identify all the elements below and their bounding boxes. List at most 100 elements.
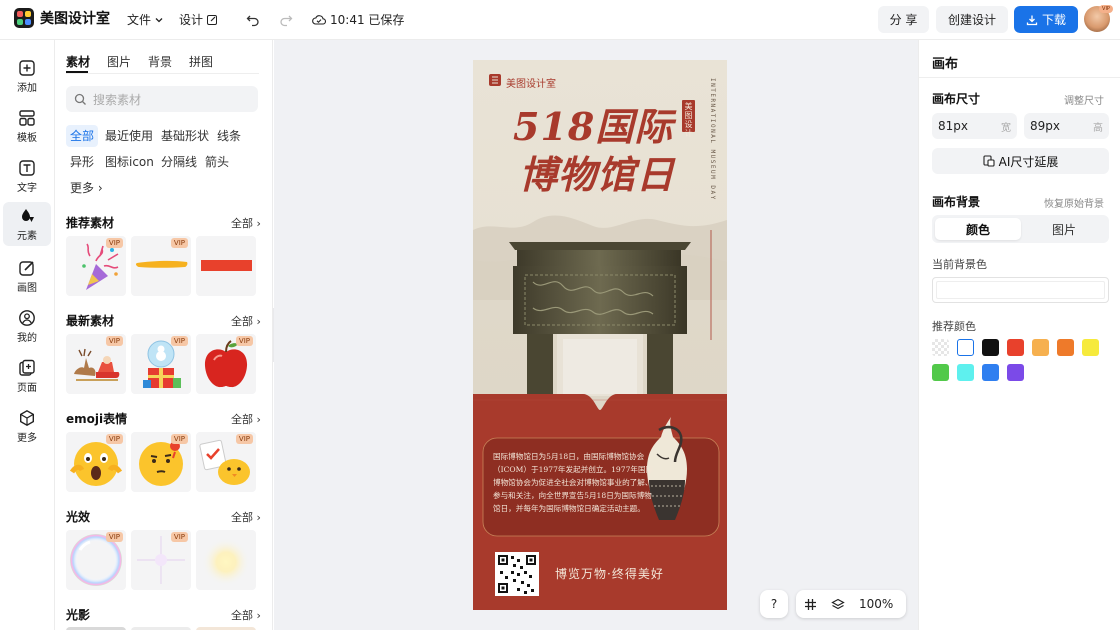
- chip-recent[interactable]: 最近使用: [101, 125, 157, 147]
- current-bg-color[interactable]: [932, 277, 1109, 303]
- adjust-size-link[interactable]: 调整尺寸: [1064, 92, 1104, 107]
- section-all-light-shadow[interactable]: 全部 ›: [231, 607, 261, 623]
- canvas-height-field[interactable]: 89px 高: [1024, 113, 1109, 139]
- all-label: 全部: [231, 217, 253, 230]
- color-swatch[interactable]: [957, 364, 974, 381]
- download-button[interactable]: 下载: [1014, 6, 1078, 33]
- canvas-width-unit: 宽: [1001, 122, 1011, 134]
- section-title-light-shadow: 光影: [66, 608, 91, 622]
- ai-resize-icon: [983, 155, 995, 167]
- chip-irregular[interactable]: 异形: [66, 151, 98, 173]
- color-swatch[interactable]: [1057, 339, 1074, 356]
- vip-badge: VIP: [170, 434, 188, 444]
- material-thumb[interactable]: VIP: [131, 236, 191, 296]
- poster-title-line1: 518国际: [513, 104, 674, 149]
- share-button[interactable]: 分 享: [878, 6, 929, 33]
- bg-type-image[interactable]: 图片: [1021, 218, 1107, 240]
- ai-resize-button[interactable]: AI尺寸延展: [932, 148, 1109, 174]
- file-menu[interactable]: 文件: [127, 11, 164, 28]
- material-thumb[interactable]: VIP: [131, 530, 191, 590]
- section-all-recommended[interactable]: 全部 ›: [231, 215, 261, 231]
- tab-materials[interactable]: 素材: [66, 53, 90, 70]
- tab-backgrounds[interactable]: 背景: [148, 53, 172, 70]
- material-thumb[interactable]: VIP: [196, 432, 256, 492]
- chip-more[interactable]: 更多 ›: [66, 177, 107, 199]
- canvas-width-field[interactable]: 81px 宽: [932, 113, 1017, 139]
- chip-icons[interactable]: 图标icon: [101, 151, 158, 173]
- help-label: ?: [770, 597, 778, 611]
- material-thumb[interactable]: [196, 236, 256, 296]
- vip-badge: VIP: [105, 434, 123, 444]
- restore-bg-link[interactable]: 恢复原始背景: [1044, 195, 1104, 210]
- design-menu[interactable]: 设计: [179, 11, 218, 28]
- color-swatch[interactable]: [1082, 339, 1099, 356]
- section-all-light-effects[interactable]: 全部 ›: [231, 509, 261, 525]
- search-input[interactable]: 搜索素材: [66, 86, 258, 112]
- color-swatch[interactable]: [957, 339, 974, 356]
- rail-item-elements[interactable]: 元素: [3, 202, 51, 246]
- rail-label-text: 文字: [17, 182, 37, 194]
- section-title-latest: 最新素材: [66, 314, 115, 328]
- material-thumb[interactable]: VIP: [66, 236, 126, 296]
- chip-all[interactable]: 全部: [66, 125, 99, 147]
- color-swatch[interactable]: [982, 339, 999, 356]
- rail-item-more[interactable]: 更多: [3, 404, 51, 448]
- color-swatch[interactable]: [1007, 339, 1024, 356]
- material-thumb[interactable]: VIP: [196, 334, 256, 394]
- vip-badge: VIP: [105, 532, 123, 542]
- plus-square-icon: [19, 59, 35, 76]
- color-swatch[interactable]: [1007, 364, 1024, 381]
- bg-type-color[interactable]: 颜色: [935, 218, 1021, 240]
- tab-images[interactable]: 图片: [107, 53, 131, 70]
- download-icon: [1026, 15, 1038, 25]
- rail-label-pages: 页面: [17, 382, 37, 394]
- create-design-button[interactable]: 创建设计: [936, 6, 1008, 33]
- rail-item-mine[interactable]: 我的: [3, 304, 51, 348]
- material-thumb[interactable]: VIP: [66, 334, 126, 394]
- vip-badge: VIP: [170, 532, 188, 542]
- rail-item-pages[interactable]: 页面: [3, 354, 51, 398]
- ai-resize-label: AI尺寸延展: [998, 154, 1059, 169]
- material-thumb[interactable]: VIP: [66, 432, 126, 492]
- undo-button[interactable]: [243, 10, 263, 30]
- grid-icon[interactable]: [804, 598, 817, 611]
- material-thumb[interactable]: VIP: [131, 334, 191, 394]
- section-all-emoji[interactable]: 全部 ›: [231, 411, 261, 427]
- material-thumb[interactable]: [196, 530, 256, 590]
- rail-label-mine: 我的: [17, 332, 37, 344]
- section-all-latest[interactable]: 全部 ›: [231, 313, 261, 329]
- design-canvas[interactable]: 美图设计室 518国际 博物馆日 美图设计 INTERNATIONAL MUSE…: [473, 60, 727, 610]
- text-icon: [19, 159, 35, 176]
- vip-badge: VIP: [105, 238, 123, 248]
- chip-dividers[interactable]: 分隔线: [157, 151, 201, 173]
- rail-item-draw[interactable]: 画图: [3, 254, 51, 298]
- help-button[interactable]: ?: [760, 590, 788, 618]
- canvas-height-unit: 高: [1093, 122, 1103, 134]
- redo-button[interactable]: [276, 10, 296, 30]
- rail-item-text[interactable]: 文字: [3, 154, 51, 198]
- panel-tabs: 素材 图片 背景 拼图: [66, 53, 213, 70]
- color-swatch[interactable]: [932, 339, 949, 356]
- shapes-icon: [22, 208, 34, 222]
- chip-lines[interactable]: 线条: [213, 125, 245, 147]
- panel-title: 画布: [932, 57, 959, 72]
- vip-badge: VIP: [105, 336, 123, 346]
- tab-collage[interactable]: 拼图: [189, 53, 213, 70]
- edit-icon: [207, 14, 218, 25]
- material-thumb[interactable]: VIP: [66, 530, 126, 590]
- chip-basic-shapes[interactable]: 基础形状: [157, 125, 213, 147]
- zoom-level[interactable]: 100%: [859, 597, 893, 611]
- material-thumb[interactable]: VIP: [131, 432, 191, 492]
- color-swatch[interactable]: [982, 364, 999, 381]
- layers-icon[interactable]: [831, 598, 845, 611]
- undo-icon: [246, 15, 259, 27]
- rail-label-templates: 模板: [17, 132, 37, 144]
- chip-arrows[interactable]: 箭头: [201, 151, 233, 173]
- color-swatch[interactable]: [932, 364, 949, 381]
- rail-item-templates[interactable]: 模板: [3, 104, 51, 148]
- canvas-properties-panel: 画布 画布尺寸 调整尺寸 81px 宽 89px 高 AI尺寸延展 画布背景 恢…: [918, 40, 1120, 630]
- rail-label-elements: 元素: [17, 230, 37, 242]
- rail-item-add[interactable]: 添加: [3, 54, 51, 98]
- app-logo[interactable]: 美图设计室: [14, 8, 110, 28]
- color-swatch[interactable]: [1032, 339, 1049, 356]
